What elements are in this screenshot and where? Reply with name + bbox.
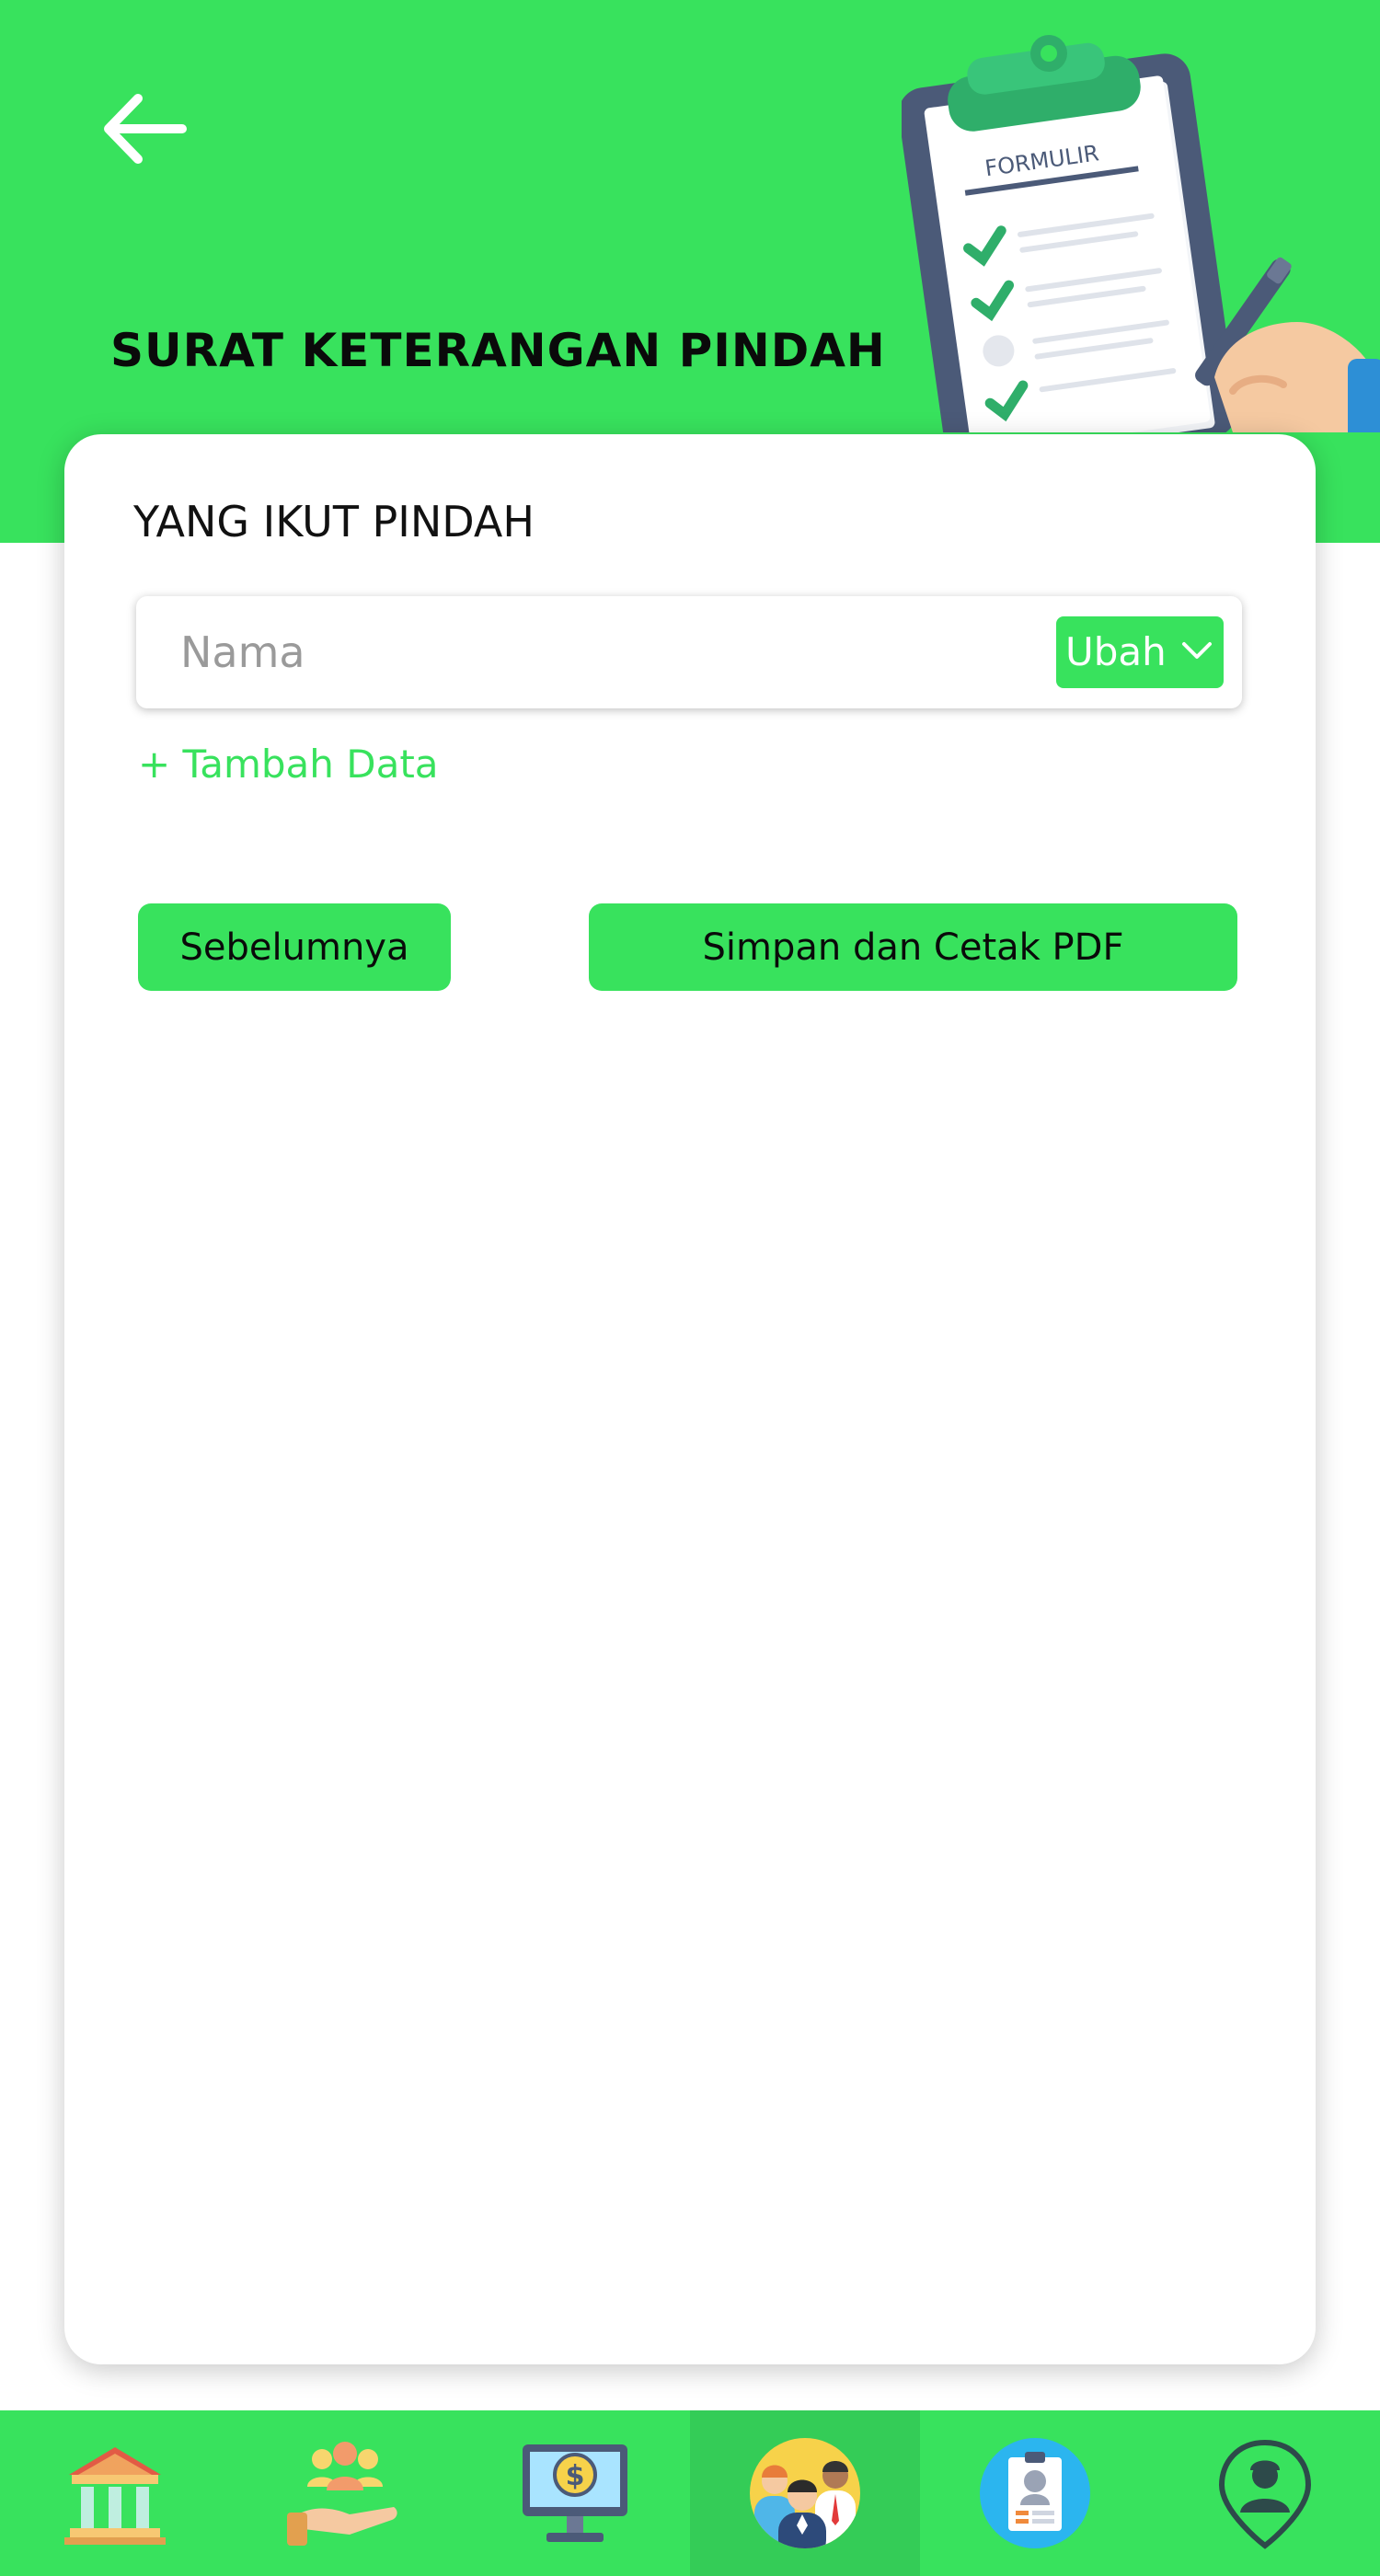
id-card-icon [980,2438,1090,2548]
clipboard-illustration: FORMULIR [902,35,1380,432]
nav-item-id-card[interactable] [920,2410,1150,2576]
nav-item-government[interactable] [0,2410,230,2576]
ubah-dropdown[interactable]: Ubah [1056,616,1224,688]
page-title: SURAT KETERANGAN PINDAH [110,324,886,377]
svg-text:$: $ [566,2460,585,2492]
nav-item-profile[interactable] [1150,2410,1380,2576]
ubah-dropdown-label: Ubah [1065,629,1167,674]
profile-location-icon [1218,2439,1312,2549]
nav-item-residents[interactable] [690,2410,920,2576]
save-print-pdf-button[interactable]: Simpan dan Cetak PDF [589,903,1237,991]
back-arrow-icon[interactable] [101,87,189,170]
name-field: Ubah [136,596,1242,708]
bottom-navigation: $ [0,2410,1380,2576]
finance-monitor-icon: $ [523,2444,627,2542]
section-label: YANG IKUT PINDAH [133,497,535,546]
nav-item-social-aid[interactable] [230,2410,460,2576]
form-card [64,434,1316,2364]
residents-group-icon [750,2438,860,2548]
nav-item-finance[interactable]: $ [460,2410,690,2576]
add-data-link[interactable]: + Tambah Data [138,742,439,787]
name-input[interactable] [180,618,990,686]
government-building-icon [64,2447,166,2545]
chevron-down-icon [1182,642,1212,659]
social-aid-icon [287,2442,397,2546]
previous-button[interactable]: Sebelumnya [138,903,451,991]
